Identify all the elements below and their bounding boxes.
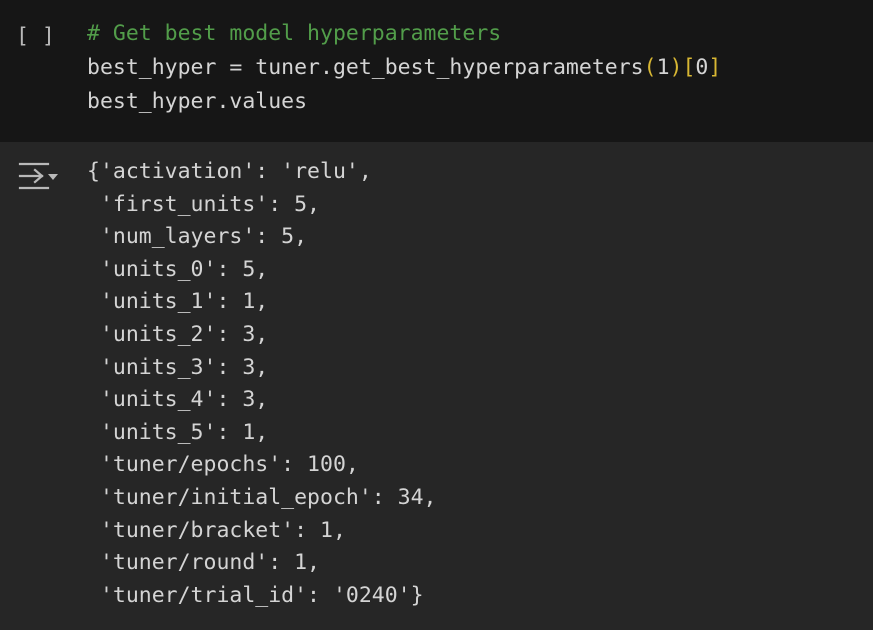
code-open-paren: ( <box>643 55 657 80</box>
code-open-bracket: [ <box>682 55 696 80</box>
code-assign-prefix: best_hyper = tuner.get_best_hyperparamet… <box>87 55 644 80</box>
cell-output: {'activation': 'relu', 'first_units': 5,… <box>0 142 873 630</box>
code-arg: 1 <box>656 55 670 80</box>
output-line: 'tuner/trial_id': '0240'} <box>87 582 424 608</box>
output-toggle-icon[interactable] <box>18 161 62 193</box>
code-lines: # Get best model hyperparameters best_hy… <box>87 17 721 119</box>
output-line: 'units_0': 5, <box>87 256 269 282</box>
code-index: 0 <box>695 55 709 80</box>
code-comment-line: # Get best model hyperparameters <box>87 21 502 46</box>
code-editor[interactable]: [ ] # Get best model hyperparameters bes… <box>0 0 873 142</box>
output-line: 'first_units': 5, <box>87 191 320 217</box>
notebook-cell: [ ] # Get best model hyperparameters bes… <box>0 0 873 630</box>
code-line-assign: best_hyper = tuner.get_best_hyperparamet… <box>87 51 721 85</box>
output-line: 'units_1': 1, <box>87 289 269 315</box>
output-line: 'tuner/initial_epoch': 34, <box>87 484 437 510</box>
code-close-paren: ) <box>669 55 683 80</box>
output-line: 'tuner/epochs': 100, <box>87 452 359 478</box>
run-cell-button[interactable]: [ ] <box>16 20 55 53</box>
output-line: 'units_3': 3, <box>87 354 269 380</box>
output-line: 'units_5': 1, <box>87 419 269 445</box>
output-line: 'num_layers': 5, <box>87 224 308 250</box>
code-close-bracket: ] <box>708 55 722 80</box>
output-line: 'tuner/bracket': 1, <box>87 517 346 543</box>
output-line: 'units_4': 3, <box>87 387 269 413</box>
output-line: {'activation': 'relu', <box>87 159 372 184</box>
output-text: {'activation': 'relu', 'first_units': 5,… <box>87 156 437 612</box>
output-line: 'units_2': 3, <box>87 321 269 347</box>
output-line: 'tuner/round': 1, <box>87 550 320 576</box>
code-line-values: best_hyper.values <box>87 89 308 114</box>
